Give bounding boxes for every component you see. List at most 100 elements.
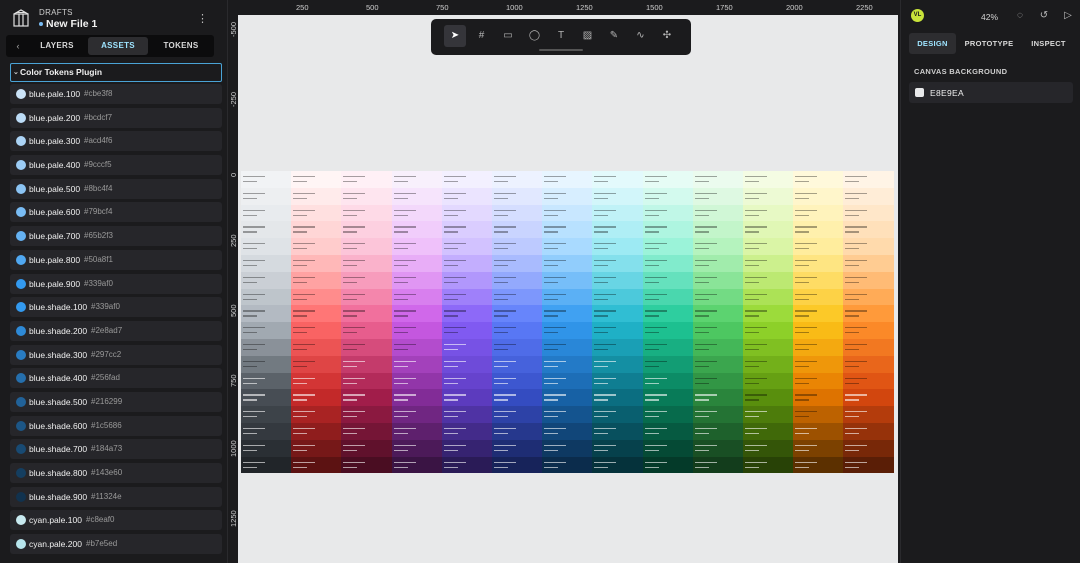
palette-swatch[interactable] [542, 322, 593, 339]
zoom-level[interactable]: 42% [981, 12, 998, 22]
palette-swatch[interactable] [592, 422, 643, 440]
palette-column[interactable] [492, 171, 543, 474]
palette-swatch[interactable] [843, 406, 894, 423]
palette-swatch[interactable] [592, 406, 643, 423]
token-item[interactable]: blue.shade.100 #339af0 [10, 297, 222, 318]
palette-swatch[interactable] [642, 238, 693, 255]
palette-swatch[interactable] [843, 439, 894, 457]
token-item[interactable]: blue.shade.700 #184a73 [10, 439, 222, 460]
palette-swatch[interactable] [341, 389, 392, 407]
palette-swatch[interactable] [592, 171, 643, 188]
palette-swatch[interactable] [793, 221, 844, 239]
palette-swatch[interactable] [441, 204, 492, 222]
palette-swatch[interactable] [692, 456, 743, 474]
palette-swatch[interactable] [793, 389, 844, 407]
palette-swatch[interactable] [492, 171, 543, 188]
palette-swatch[interactable] [441, 439, 492, 457]
palette-swatch[interactable] [642, 254, 693, 272]
tab-assets[interactable]: ASSETS [88, 37, 148, 55]
palette-swatch[interactable] [492, 322, 543, 339]
palette-swatch[interactable] [341, 406, 392, 423]
palette-swatch[interactable] [843, 305, 894, 323]
palette-swatch[interactable] [843, 204, 894, 222]
palette-swatch[interactable] [341, 322, 392, 339]
palette-swatch[interactable] [692, 422, 743, 440]
color-palette-board[interactable] [241, 171, 894, 474]
palette-swatch[interactable] [291, 439, 342, 457]
palette-swatch[interactable] [793, 238, 844, 255]
palette-swatch[interactable] [793, 355, 844, 373]
palette-swatch[interactable] [743, 355, 794, 373]
plugin-icon[interactable]: ✣ [656, 25, 678, 47]
palette-swatch[interactable] [642, 355, 693, 373]
palette-swatch[interactable] [291, 338, 342, 356]
palette-swatch[interactable] [391, 355, 442, 373]
palette-swatch[interactable] [642, 389, 693, 407]
palette-swatch[interactable] [843, 254, 894, 272]
canvas-background-swatch[interactable] [915, 88, 924, 97]
palette-swatch[interactable] [743, 187, 794, 205]
palette-swatch[interactable] [492, 389, 543, 407]
palette-swatch[interactable] [793, 204, 844, 222]
palette-swatch[interactable] [391, 221, 442, 239]
palette-swatch[interactable] [441, 406, 492, 423]
palette-swatch[interactable] [843, 338, 894, 356]
palette-swatch[interactable] [441, 322, 492, 339]
palette-swatch[interactable] [642, 322, 693, 339]
palette-swatch[interactable] [291, 456, 342, 474]
palette-swatch[interactable] [391, 305, 442, 323]
palette-swatch[interactable] [391, 422, 442, 440]
palette-swatch[interactable] [592, 456, 643, 474]
palette-swatch[interactable] [391, 171, 442, 188]
token-item[interactable]: blue.pale.700 #65b2f3 [10, 226, 222, 247]
palette-swatch[interactable] [291, 238, 342, 255]
token-item[interactable]: blue.pale.800 #50a8f1 [10, 249, 222, 270]
board-icon[interactable]: # [471, 25, 493, 47]
palette-swatch[interactable] [492, 372, 543, 390]
palette-swatch[interactable] [542, 254, 593, 272]
palette-swatch[interactable] [743, 389, 794, 407]
palette-swatch[interactable] [241, 338, 292, 356]
palette-swatch[interactable] [793, 372, 844, 390]
palette-swatch[interactable] [542, 389, 593, 407]
palette-swatch[interactable] [743, 171, 794, 188]
token-item[interactable]: blue.shade.800 #143e60 [10, 463, 222, 483]
palette-swatch[interactable] [843, 221, 894, 239]
token-item[interactable]: blue.pale.500 #8bc4f4 [10, 178, 222, 199]
palette-swatch[interactable] [592, 254, 643, 272]
palette-column[interactable] [291, 171, 342, 474]
palette-swatch[interactable] [542, 187, 593, 205]
palette-swatch[interactable] [542, 238, 593, 255]
palette-swatch[interactable] [291, 187, 342, 205]
palette-swatch[interactable] [743, 254, 794, 272]
palette-swatch[interactable] [492, 439, 543, 457]
palette-swatch[interactable] [743, 422, 794, 440]
token-item[interactable]: blue.pale.100 #cbe3f8 [10, 84, 222, 104]
palette-swatch[interactable] [542, 372, 593, 390]
palette-swatch[interactable] [642, 406, 693, 423]
palette-swatch[interactable] [291, 422, 342, 440]
palette-column[interactable] [441, 171, 492, 474]
rectangle-icon[interactable]: ▭ [497, 25, 519, 47]
palette-swatch[interactable] [492, 355, 543, 373]
palette-swatch[interactable] [793, 338, 844, 356]
comments-icon[interactable]: ◌ [1013, 9, 1027, 23]
palette-swatch[interactable] [241, 305, 292, 323]
palette-swatch[interactable] [592, 288, 643, 306]
palette-swatch[interactable] [542, 422, 593, 440]
palette-swatch[interactable] [743, 221, 794, 239]
palette-swatch[interactable] [793, 422, 844, 440]
palette-column[interactable] [843, 171, 894, 474]
palette-swatch[interactable] [441, 338, 492, 356]
palette-swatch[interactable] [341, 305, 392, 323]
palette-swatch[interactable] [391, 389, 442, 407]
palette-swatch[interactable] [291, 372, 342, 390]
play-icon[interactable]: ▷ [1061, 9, 1075, 23]
palette-swatch[interactable] [441, 422, 492, 440]
palette-swatch[interactable] [743, 271, 794, 289]
palette-swatch[interactable] [291, 389, 342, 407]
palette-swatch[interactable] [642, 271, 693, 289]
palette-swatch[interactable] [341, 355, 392, 373]
palette-swatch[interactable] [341, 254, 392, 272]
palette-swatch[interactable] [592, 221, 643, 239]
